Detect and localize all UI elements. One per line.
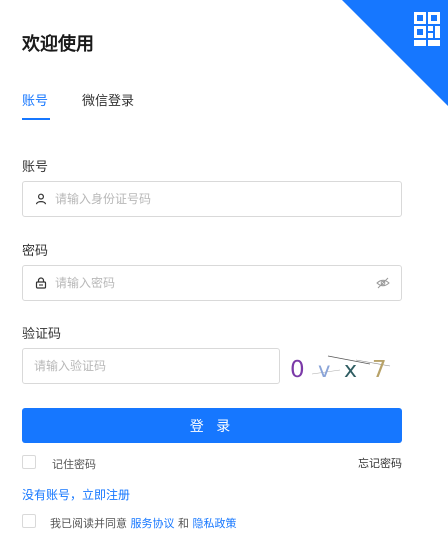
captcha-char: v xyxy=(318,358,330,382)
account-input[interactable] xyxy=(49,182,401,216)
user-icon xyxy=(33,191,49,207)
account-label: 账号 xyxy=(22,160,49,175)
remember-password-checkbox[interactable] xyxy=(22,455,36,469)
forgot-password-link[interactable]: 忘记密码 xyxy=(358,455,402,471)
agreement-prefix: 我已阅读并同意 xyxy=(50,517,127,530)
captcha-char: 7 xyxy=(372,357,387,383)
lock-icon xyxy=(33,275,49,291)
tab-wechat-login[interactable]: 微信登录 xyxy=(82,90,134,109)
tab-account[interactable]: 账号 xyxy=(22,90,48,109)
captcha-char: 0 xyxy=(290,357,305,383)
password-label: 密码 xyxy=(22,244,49,259)
register-link[interactable]: 没有账号，立即注册 xyxy=(22,486,130,503)
captcha-field[interactable] xyxy=(22,348,280,384)
password-field[interactable] xyxy=(22,265,402,301)
page-title: 欢迎使用 xyxy=(22,34,94,55)
captcha-label: 验证码 xyxy=(22,327,62,342)
qr-code-icon xyxy=(342,0,448,106)
qr-login-toggle[interactable] xyxy=(342,0,448,106)
active-tab-indicator xyxy=(22,118,50,120)
service-agreement-link[interactable]: 服务协议 xyxy=(131,517,175,530)
captcha-char: x xyxy=(344,358,357,383)
agreement-and: 和 xyxy=(178,517,189,530)
agreement-text: 我已阅读并同意 服务协议 和 隐私政策 xyxy=(50,515,237,531)
password-input[interactable] xyxy=(49,266,375,300)
remember-password-label: 记住密码 xyxy=(52,458,96,471)
captcha-input[interactable] xyxy=(23,349,279,383)
privacy-policy-link[interactable]: 隐私政策 xyxy=(193,517,237,530)
eye-off-icon[interactable] xyxy=(375,275,391,291)
account-field[interactable] xyxy=(22,181,402,217)
captcha-image[interactable]: 0 v x 7 xyxy=(286,346,404,386)
agreement-checkbox[interactable] xyxy=(22,514,36,528)
login-button[interactable]: 登 录 xyxy=(22,408,402,443)
